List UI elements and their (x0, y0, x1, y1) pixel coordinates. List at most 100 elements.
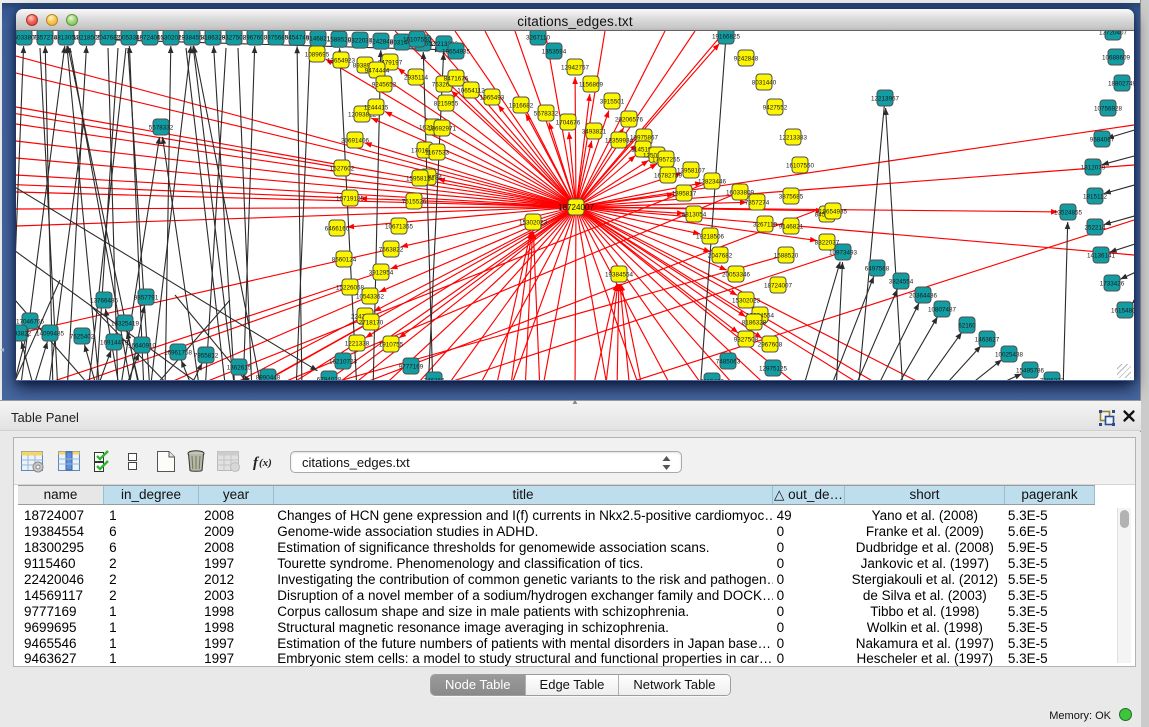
svg-text:6497568: 6497568 (865, 265, 890, 272)
svg-text:7625402: 7625402 (70, 333, 95, 340)
svg-text:1156869: 1156869 (579, 81, 604, 88)
svg-text:746266: 746266 (423, 377, 445, 380)
svg-text:8813054: 8813054 (682, 211, 707, 218)
svg-text:16640910: 16640910 (128, 342, 157, 349)
svg-text:12213967: 12213967 (871, 95, 900, 102)
svg-text:14136141: 14136141 (1087, 252, 1116, 259)
svg-text:1733426: 1733426 (1100, 280, 1125, 287)
svg-text:10671355: 10671355 (385, 223, 414, 230)
svg-text:5678332: 5678332 (534, 110, 559, 117)
svg-text:9474444: 9474444 (365, 67, 390, 74)
svg-text:17957255: 17957255 (652, 156, 681, 163)
svg-text:8990448: 8990448 (256, 374, 281, 380)
svg-text:16782759: 16782759 (654, 172, 683, 179)
svg-text:9242848: 9242848 (734, 55, 759, 62)
svg-text:5578332: 5578332 (149, 124, 174, 131)
svg-text:10756928: 10756928 (1094, 105, 1123, 112)
svg-text:15226058: 15226058 (336, 284, 365, 291)
svg-text:19692971: 19692971 (428, 125, 457, 132)
svg-text:19384554: 19384554 (605, 271, 634, 278)
svg-text:1704676: 1704676 (556, 119, 581, 126)
svg-text:18724007: 18724007 (764, 282, 793, 289)
svg-text:9146821: 9146821 (779, 223, 804, 230)
svg-text:1463627: 1463627 (975, 336, 1000, 343)
svg-text:252214: 252214 (1084, 224, 1106, 231)
svg-text:14099485: 14099485 (36, 330, 65, 337)
svg-text:3493821: 3493821 (582, 128, 607, 135)
svg-text:8660124: 8660124 (332, 256, 357, 263)
svg-text:20691406: 20691406 (341, 137, 370, 144)
svg-text:20206576: 20206576 (615, 116, 644, 123)
svg-text:13654923: 13654923 (327, 57, 356, 64)
svg-text:16154808: 16154808 (1111, 307, 1134, 314)
svg-text:16107550: 16107550 (786, 162, 815, 169)
svg-text:9427552: 9427552 (763, 104, 788, 111)
svg-text:19166825: 19166825 (712, 33, 741, 40)
svg-text:12942757: 12942757 (561, 64, 590, 71)
svg-text:16914479: 16914479 (100, 339, 129, 346)
svg-text:1362615: 1362615 (227, 364, 252, 371)
svg-text:9684067: 9684067 (1090, 136, 1115, 143)
svg-text:13766485: 13766485 (90, 297, 119, 304)
svg-text:8031440: 8031440 (752, 79, 777, 86)
svg-text:16107550: 16107550 (403, 36, 432, 43)
svg-text:7663822: 7663822 (379, 246, 404, 253)
svg-text:15958124: 15958124 (406, 175, 435, 182)
svg-text:9777169: 9777169 (399, 363, 424, 370)
svg-text:7357274: 7357274 (745, 199, 770, 206)
svg-text:9245652: 9245652 (372, 81, 397, 88)
svg-text:1812079: 1812079 (1081, 164, 1106, 171)
svg-text:3875685: 3875685 (779, 193, 804, 200)
svg-text:3915501: 3915501 (600, 98, 625, 105)
svg-text:1167533: 1167533 (425, 149, 450, 156)
svg-text:1244415: 1244415 (364, 104, 389, 111)
svg-text:10975867: 10975867 (630, 134, 659, 141)
svg-text:10543362: 10543362 (356, 293, 385, 300)
svg-text:15495786: 15495786 (1016, 367, 1045, 374)
svg-text:20364436: 20364436 (909, 292, 938, 299)
svg-text:16961758: 16961758 (164, 349, 193, 356)
svg-text:1395817: 1395817 (672, 190, 697, 197)
svg-text:13325419: 13325419 (111, 320, 140, 327)
svg-text:6466160: 6466160 (325, 225, 350, 232)
svg-text:(x): (x) (259, 457, 272, 469)
svg-text:12823446: 12823446 (698, 178, 727, 185)
svg-text:6794028: 6794028 (317, 376, 342, 380)
svg-text:19218506: 19218506 (696, 233, 725, 240)
svg-text:20053346: 20053346 (722, 271, 751, 278)
svg-text:3824554: 3824554 (889, 278, 914, 285)
svg-text:2718170: 2718170 (359, 319, 384, 326)
svg-text:18802749: 18802749 (1108, 80, 1134, 87)
svg-text:7515526: 7515526 (402, 198, 427, 205)
svg-text:3912954: 3912954 (369, 269, 394, 276)
svg-text:15302023: 15302023 (519, 219, 548, 226)
svg-text:9327508: 9327508 (734, 336, 759, 343)
svg-text:7485063: 7485063 (716, 358, 741, 365)
svg-text:1527602: 1527602 (330, 165, 355, 172)
svg-text:1965493: 1965493 (480, 94, 505, 101)
svg-text:16210723: 16210723 (329, 358, 358, 365)
svg-text:10973493: 10973493 (829, 249, 858, 256)
svg-text:1588520: 1588520 (774, 252, 799, 259)
svg-text:1353594: 1353594 (542, 48, 567, 55)
svg-text:8215955: 8215955 (434, 100, 459, 107)
svg-text:18724007: 18724007 (558, 203, 594, 212)
svg-text:10025438: 10025438 (995, 351, 1024, 358)
svg-text:9857791: 9857791 (134, 294, 159, 301)
svg-text:10719185: 10719185 (336, 195, 365, 202)
svg-text:12975125: 12975125 (759, 365, 788, 372)
svg-text:19654935: 19654935 (442, 48, 471, 55)
svg-text:3267110: 3267110 (753, 221, 778, 228)
svg-text:8471676: 8471676 (444, 75, 469, 82)
svg-text:3493822: 3493822 (16, 330, 32, 337)
svg-text:15302023: 15302023 (732, 297, 761, 304)
svg-text:13524855: 13524855 (1054, 209, 1083, 216)
svg-text:2047682: 2047682 (708, 252, 733, 259)
svg-text:9115460: 9115460 (700, 378, 725, 380)
svg-text:12213383: 12213383 (779, 134, 808, 141)
svg-text:17046766: 17046766 (16, 318, 44, 325)
svg-text:2967608: 2967608 (758, 341, 783, 348)
svg-text:1910755: 1910755 (379, 341, 404, 348)
svg-text:10688609: 10688609 (1102, 54, 1131, 61)
svg-text:3267110: 3267110 (526, 34, 551, 41)
